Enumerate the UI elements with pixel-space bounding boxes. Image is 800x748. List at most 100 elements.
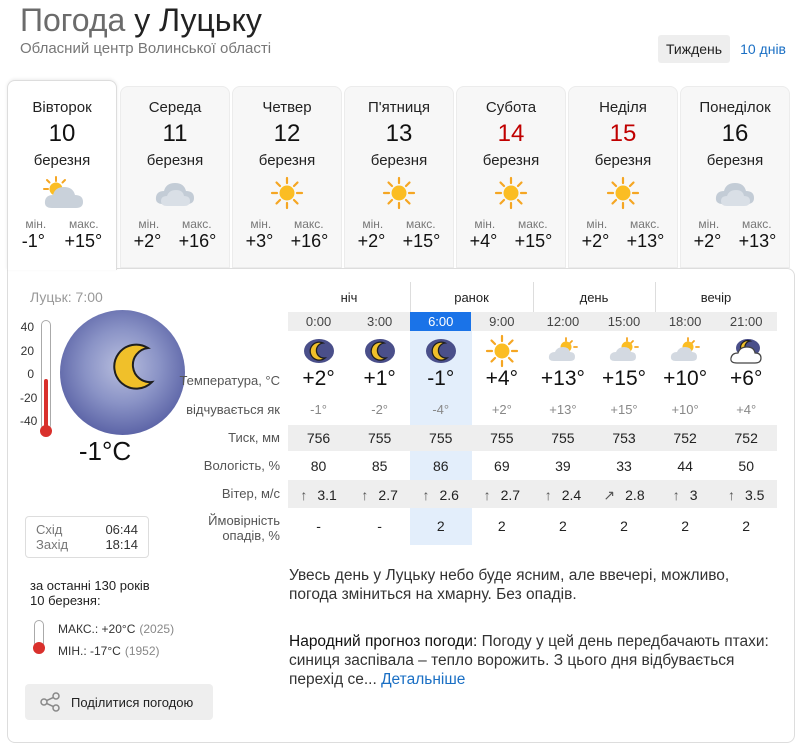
pressure-value: 755 bbox=[490, 430, 514, 446]
min-label: мін. bbox=[474, 217, 496, 231]
max-temp: +15° bbox=[402, 231, 441, 251]
day-tab-1[interactable]: Середа 11 березня мін. макс. +2° +16° bbox=[120, 86, 230, 268]
min-temp: +4° bbox=[469, 231, 498, 251]
hour-6[interactable]: 18:00 bbox=[655, 312, 716, 331]
page-title: Погода у Луцьку bbox=[20, 2, 262, 38]
share-button[interactable]: Поділитися погодою bbox=[25, 684, 213, 720]
hour-4[interactable]: 12:00 bbox=[532, 312, 593, 331]
precip-value: 2 bbox=[497, 518, 506, 534]
temp-value: +6° bbox=[730, 367, 763, 390]
label-wind: Вітер, м/с bbox=[221, 486, 280, 501]
sun-cloud-icon bbox=[655, 335, 716, 367]
max-temp: +15° bbox=[64, 231, 103, 251]
label-temp: Температура, °С bbox=[179, 373, 280, 388]
cloudy-icon bbox=[121, 173, 229, 213]
wind-value: 2.7 bbox=[378, 487, 398, 503]
wind-direction-icon: ↑ bbox=[672, 487, 680, 503]
min-temp: -1° bbox=[21, 231, 45, 251]
wind-direction-icon: ↑ bbox=[422, 487, 430, 503]
humidity-value: 50 bbox=[738, 458, 754, 474]
partly-cloudy-icon bbox=[8, 173, 116, 213]
max-temp: +15° bbox=[514, 231, 553, 251]
min-label: мін. bbox=[362, 217, 384, 231]
max-temp: +16° bbox=[290, 231, 329, 251]
label-pressure: Тиск, мм bbox=[228, 430, 280, 445]
day-name: Вівторок bbox=[32, 99, 92, 116]
row-precip: - - 2 2 2 2 2 2 bbox=[288, 518, 777, 534]
precip-value: 2 bbox=[436, 518, 445, 534]
humidity-value: 39 bbox=[555, 458, 571, 474]
max-label: макс. bbox=[405, 217, 436, 231]
pressure-value: 752 bbox=[734, 430, 758, 446]
day-month: березня bbox=[594, 152, 652, 169]
precip-value: - bbox=[377, 518, 382, 534]
day-month: березня bbox=[33, 152, 91, 169]
pressure-value: 753 bbox=[612, 430, 636, 446]
day-description: Увесь день у Луцьку небо буде ясним, але… bbox=[289, 567, 730, 603]
max-temp: +13° bbox=[626, 231, 665, 251]
period-switch: Тиждень 10 днів bbox=[657, 35, 788, 63]
humidity-value: 86 bbox=[432, 458, 449, 474]
day-tab-5[interactable]: Неділя 15 березня мін. макс. +2° +13° bbox=[568, 86, 678, 268]
humidity-value: 69 bbox=[494, 458, 510, 474]
more-link[interactable]: Детальніше bbox=[381, 671, 465, 688]
temp-value: +1° bbox=[363, 367, 396, 390]
row-wind: ↑ 3.1 ↑ 2.7 ↑ 2.6 ↑ 2.7 ↑ 2.4 ↗ 2.8 ↑ 3 ↑ 3.5 bbox=[288, 487, 777, 504]
hour-7[interactable]: 21:00 bbox=[716, 312, 777, 331]
sun-icon bbox=[471, 334, 532, 368]
temp-value: +2° bbox=[302, 367, 335, 390]
max-temp: +16° bbox=[178, 231, 217, 251]
day-name: Четвер bbox=[262, 99, 312, 116]
pressure-value: 755 bbox=[429, 430, 453, 446]
day-name: Неділя bbox=[599, 99, 647, 116]
max-label: макс. bbox=[517, 217, 548, 231]
wind-value: 2.4 bbox=[561, 487, 582, 503]
day-tab-0[interactable]: Вівторок 10 березня мін. макс. -1° +15° bbox=[7, 80, 117, 270]
day-month: березня bbox=[146, 152, 204, 169]
temp-value: +10° bbox=[663, 367, 708, 390]
min-label: мін. bbox=[250, 217, 272, 231]
precip-value: 2 bbox=[681, 518, 689, 534]
max-label: макс. bbox=[293, 217, 324, 231]
hour-5[interactable]: 15:00 bbox=[593, 312, 654, 331]
feels-value: +2° bbox=[491, 402, 512, 417]
week-tab[interactable]: Тиждень bbox=[657, 35, 731, 63]
current-location-time: Луцьк: 7:00 bbox=[30, 289, 103, 305]
humidity-value: 33 bbox=[616, 458, 632, 474]
wind-value: 3.5 bbox=[744, 487, 765, 503]
row-pressure: 756 755 755 755 755 753 752 752 bbox=[288, 430, 777, 446]
row-feels: -1° -2° -4° +2° +13° +15° +10° +4° bbox=[288, 402, 777, 417]
day-month: березня bbox=[258, 152, 316, 169]
hour-1[interactable]: 3:00 bbox=[349, 312, 410, 331]
humidity-value: 85 bbox=[371, 458, 388, 474]
wind-direction-icon: ↗ bbox=[603, 487, 616, 503]
pressure-value: 756 bbox=[306, 430, 331, 446]
sun-icon bbox=[457, 173, 565, 213]
max-label: макс. bbox=[741, 217, 772, 231]
pressure-value: 755 bbox=[367, 430, 392, 446]
min-temp: +3° bbox=[245, 231, 274, 251]
folk-forecast: Народний прогноз погоди: Погоду у цей де… bbox=[289, 633, 769, 688]
day-date: 15 bbox=[609, 120, 637, 147]
hour-icons-row bbox=[288, 334, 777, 368]
sun-cloud-icon bbox=[593, 335, 654, 367]
day-month: березня bbox=[706, 152, 764, 169]
humidity-value: 80 bbox=[310, 458, 327, 474]
hour-0[interactable]: 0:00 bbox=[288, 312, 349, 331]
min-label: мін. bbox=[25, 217, 47, 231]
daypart-2: день bbox=[579, 290, 609, 305]
hour-3[interactable]: 9:00 bbox=[471, 312, 532, 331]
day-tab-2[interactable]: Четвер 12 березня мін. макс. +3° +16° bbox=[232, 86, 342, 268]
cloudy-icon bbox=[681, 173, 789, 213]
day-tab-4[interactable]: Субота 14 березня мін. макс. +4° +15° bbox=[456, 86, 566, 268]
day-date: 14 bbox=[497, 120, 525, 147]
row-temp: +2° +1° -1° +4° +13° +15° +10° +6° bbox=[288, 367, 777, 391]
sun-icon bbox=[233, 173, 341, 213]
day-date: 12 bbox=[273, 120, 301, 147]
day-tab-3[interactable]: П'ятниця 13 березня мін. макс. +2° +15° bbox=[344, 86, 454, 268]
ten-days-link[interactable]: 10 днів bbox=[730, 35, 788, 63]
day-tab-6[interactable]: Понеділок 16 березня мін. макс. +2° +13° bbox=[680, 86, 790, 268]
precip-value: 2 bbox=[559, 518, 567, 534]
hour-2[interactable]: 6:00 bbox=[410, 312, 472, 331]
feels-value: +4° bbox=[736, 402, 757, 417]
